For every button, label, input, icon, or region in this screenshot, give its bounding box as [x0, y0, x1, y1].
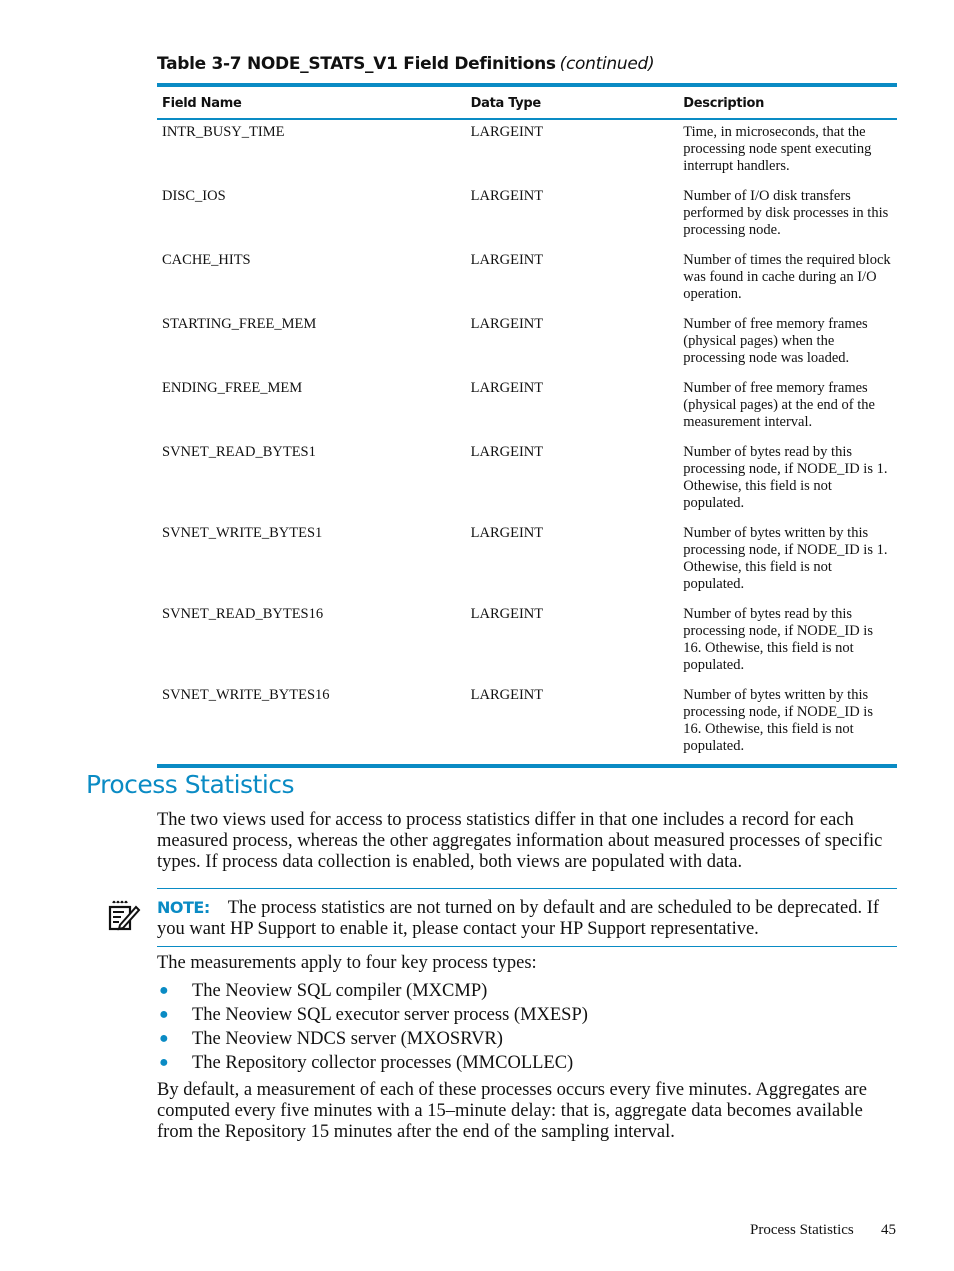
list-item-text: The Neoview SQL compiler (MXCMP): [192, 981, 488, 1001]
table-row: CACHE_HITS LARGEINT Number of times the re…: [157, 248, 897, 312]
footer-section-name: Process Statistics: [750, 1222, 854, 1238]
column-header-field-name: Field Name: [162, 96, 242, 111]
field-definitions-table: Field Name Data Type Description INTR_BU…: [157, 83, 897, 768]
data-type-cell: LARGEINT: [470, 606, 544, 622]
bullet-dot-icon: ●: [159, 1030, 169, 1047]
data-type-cell: LARGEINT: [470, 252, 544, 268]
data-type-cell: LARGEINT: [470, 316, 544, 332]
table-caption-title: Table 3-7 NODE_STATS_V1 Field Definition…: [157, 54, 556, 74]
data-type-cell: LARGEINT: [470, 124, 544, 140]
field-name-cell: SVNET_WRITE_BYTES1: [162, 525, 323, 541]
list-item: ● The Neoview NDCS server (MXOSRVR): [157, 1027, 588, 1051]
data-type-cell: LARGEINT: [470, 188, 544, 204]
table-row: SVNET_WRITE_BYTES16 LARGEINT Number of byt…: [157, 683, 897, 766]
description-cell: Number of bytes written by this processi…: [683, 525, 888, 592]
table-row: SVNET_WRITE_BYTES1 LARGEINT Number of byte…: [157, 521, 897, 602]
intro-paragraph: The two views used for access to process…: [157, 810, 883, 872]
table-row: SVNET_READ_BYTES16 LARGEINT Number of byte…: [157, 602, 897, 683]
note-box: NOTE: The process statistics are not turn…: [157, 888, 897, 947]
description-cell: Number of bytes read by this processing …: [683, 444, 888, 511]
list-item-text: The Repository collector processes (MMCO…: [192, 1053, 574, 1073]
table-row: STARTING_FREE_MEM LARGEINT Number of free …: [157, 312, 897, 376]
bullet-dot-icon: ●: [159, 982, 169, 999]
description-cell: Time, in microseconds, that the processi…: [683, 124, 872, 174]
field-name-cell: INTR_BUSY_TIME: [162, 124, 285, 140]
list-item-text: The Neoview NDCS server (MXOSRVR): [192, 1029, 503, 1049]
column-header-data-type: Data Type: [470, 96, 542, 111]
description-cell: Number of I/O disk transfers performed b…: [683, 188, 889, 238]
list-item: ● The Neoview SQL compiler (MXCMP): [157, 979, 588, 1003]
data-type-cell: LARGEINT: [470, 687, 544, 703]
field-name-cell: SVNET_WRITE_BYTES16: [162, 687, 330, 703]
bullet-dot-icon: ●: [159, 1054, 169, 1071]
table-header-row: Field Name Data Type Description: [157, 85, 897, 119]
table-row: ENDING_FREE_MEM LARGEINT Number of free me…: [157, 376, 897, 440]
bullet-dot-icon: ●: [159, 1006, 169, 1023]
description-cell: Number of free memory frames (physical p…: [683, 316, 868, 366]
table-caption: Table 3-7 NODE_STATS_V1 Field Definition…: [157, 54, 655, 74]
table-caption-suffix: (continued): [559, 54, 655, 74]
list-item: ● The Repository collector processes (MMC…: [157, 1051, 588, 1075]
note-label: NOTE:: [157, 898, 210, 917]
list-intro: The measurements apply to four key proce…: [157, 953, 537, 973]
note-pencil-icon: [107, 899, 141, 933]
footer-page-number: 45: [881, 1222, 896, 1238]
field-name-cell: ENDING_FREE_MEM: [162, 380, 303, 396]
description-cell: Number of free memory frames (physical p…: [683, 380, 875, 430]
description-cell: Number of times the required block was f…: [683, 252, 891, 302]
description-cell: Number of bytes written by this processi…: [683, 687, 873, 754]
table-row: INTR_BUSY_TIME LARGEINT Time, in microseco…: [157, 119, 897, 184]
data-type-cell: LARGEINT: [470, 444, 544, 460]
note-text: The process statistics are not turned on…: [157, 898, 880, 939]
list-item: ● The Neoview SQL executor server process…: [157, 1003, 588, 1027]
field-name-cell: SVNET_READ_BYTES1: [162, 444, 316, 460]
field-name-cell: CACHE_HITS: [162, 252, 251, 268]
field-name-cell: DISC_IOS: [162, 188, 226, 204]
list-item-text: The Neoview SQL executor server process …: [192, 1005, 588, 1025]
field-name-cell: SVNET_READ_BYTES16: [162, 606, 324, 622]
closing-paragraph: By default, a measurement of each of the…: [157, 1080, 867, 1142]
table-row: SVNET_READ_BYTES1 LARGEINT Number of bytes…: [157, 440, 897, 521]
table-row: DISC_IOS LARGEINT Number of I/O disk trans…: [157, 184, 897, 248]
data-type-cell: LARGEINT: [470, 525, 544, 541]
section-heading: Process Statistics: [86, 770, 295, 799]
description-cell: Number of bytes read by this processing …: [683, 606, 873, 673]
column-header-description: Description: [683, 96, 765, 111]
field-name-cell: STARTING_FREE_MEM: [162, 316, 317, 332]
process-types-list: ● The Neoview SQL compiler (MXCMP) ● The N…: [157, 979, 588, 1075]
data-type-cell: LARGEINT: [470, 380, 544, 396]
